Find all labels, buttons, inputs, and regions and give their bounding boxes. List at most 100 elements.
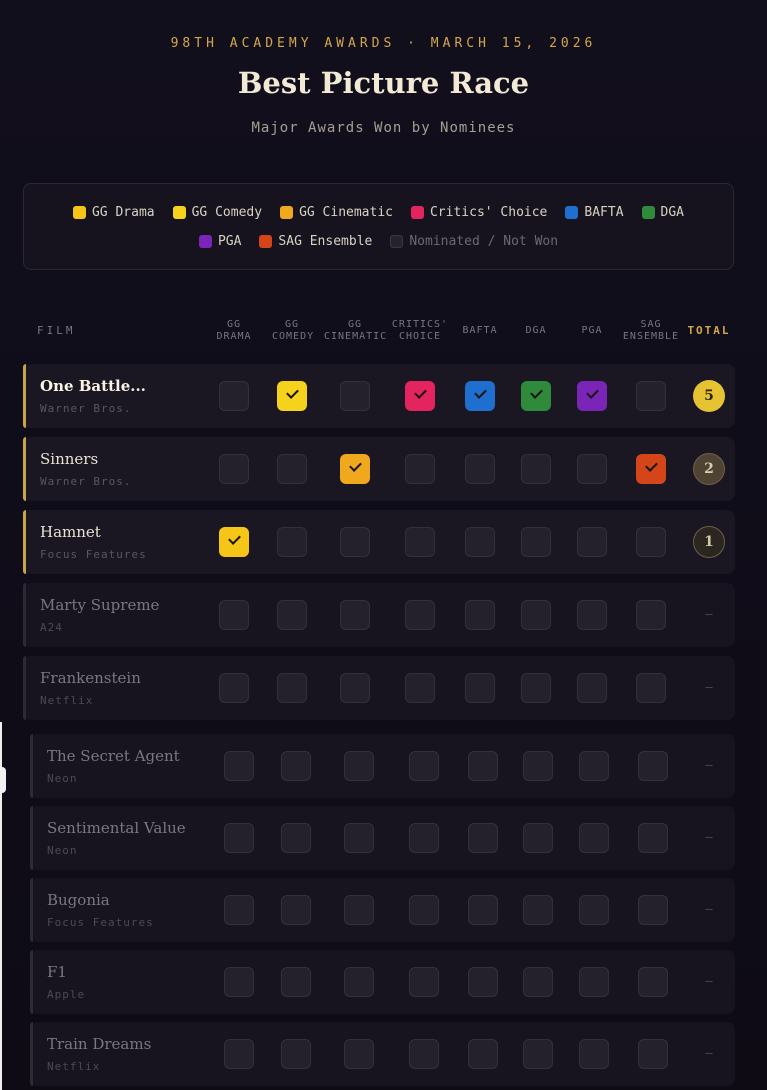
award-not-won-cell	[636, 673, 666, 703]
award-not-won-cell	[636, 600, 666, 630]
award-not-won-cell	[636, 381, 666, 411]
column-header: CRITICS' CHOICE	[391, 319, 449, 342]
table-row[interactable]: Marty Supreme A24 –	[23, 583, 735, 647]
award-not-won-cell	[577, 673, 607, 703]
total-empty: –	[705, 974, 713, 988]
legend-label: PGA	[217, 234, 242, 249]
row-accent	[23, 364, 26, 428]
award-not-won-cell	[523, 1039, 553, 1069]
award-not-won-cell	[277, 527, 307, 557]
award-not-won-cell	[468, 751, 498, 781]
row-accent	[30, 950, 33, 1014]
award-not-won-cell	[344, 823, 374, 853]
award-not-won-cell	[579, 895, 609, 925]
award-not-won-cell	[409, 1039, 439, 1069]
legend-swatch	[172, 206, 186, 219]
film-name: One Battle...	[40, 377, 146, 395]
table-row[interactable]: Train Dreams Netflix –	[30, 1022, 735, 1086]
column-header: GG DRAMA	[216, 319, 252, 342]
award-not-won-cell	[468, 1039, 498, 1069]
film-name: F1	[47, 963, 67, 981]
legend-swatch	[390, 235, 404, 248]
total-empty: –	[705, 830, 713, 844]
award-not-won-cell	[521, 527, 551, 557]
award-not-won-cell	[409, 823, 439, 853]
award-not-won-cell	[281, 895, 311, 925]
award-not-won-cell	[521, 673, 551, 703]
film-name: Sinners	[40, 450, 99, 468]
award-not-won-cell	[405, 600, 435, 630]
table-row[interactable]: Bugonia Focus Features –	[30, 878, 735, 942]
film-name: Bugonia	[47, 891, 110, 909]
legend-item: PGA	[198, 234, 242, 249]
award-not-won-cell	[523, 967, 553, 997]
film-name: Frankenstein	[40, 669, 141, 687]
event-kicker: 98TH ACADEMY AWARDS · MARCH 15, 2026	[170, 36, 597, 51]
total-empty: –	[705, 680, 713, 694]
table-row[interactable]: One Battle... Warner Bros. 5	[23, 364, 735, 428]
legend-label: BAFTA	[584, 205, 624, 220]
table-row[interactable]: F1 Apple –	[30, 950, 735, 1014]
table-row[interactable]: Sinners Warner Bros. 2	[23, 437, 735, 501]
table-row[interactable]: Frankenstein Netflix –	[23, 656, 735, 720]
award-not-won-cell	[224, 895, 254, 925]
award-not-won-cell	[405, 673, 435, 703]
page-title: Best Picture Race	[237, 66, 530, 100]
film-studio: Neon	[47, 772, 78, 785]
award-not-won-cell	[638, 1039, 668, 1069]
row-accent	[30, 878, 33, 942]
award-not-won-cell	[281, 751, 311, 781]
award-not-won-cell	[340, 600, 370, 630]
award-not-won-cell	[409, 895, 439, 925]
award-won-cell	[340, 454, 370, 484]
award-not-won-cell	[521, 600, 551, 630]
award-not-won-cell	[579, 823, 609, 853]
award-not-won-cell	[405, 454, 435, 484]
award-not-won-cell	[344, 751, 374, 781]
row-accent	[23, 437, 26, 501]
award-not-won-cell	[219, 600, 249, 630]
table-row[interactable]: Sentimental Value Neon –	[30, 806, 735, 870]
award-not-won-cell	[219, 381, 249, 411]
award-not-won-cell	[224, 751, 254, 781]
award-not-won-cell	[224, 823, 254, 853]
legend-item: SAG Ensemble	[259, 234, 372, 249]
award-not-won-cell	[523, 823, 553, 853]
award-won-cell	[465, 381, 495, 411]
total-empty: –	[705, 1046, 713, 1060]
award-not-won-cell	[579, 751, 609, 781]
legend-item: GG Comedy	[172, 205, 262, 220]
table-row[interactable]: Hamnet Focus Features 1	[23, 510, 735, 574]
award-not-won-cell	[579, 1039, 609, 1069]
award-not-won-cell	[224, 1039, 254, 1069]
award-not-won-cell	[340, 381, 370, 411]
legend-item: Nominated / Not Won	[390, 234, 558, 249]
legend-item: Critics' Choice	[410, 205, 548, 220]
page-subtitle: Major Awards Won by Nominees	[251, 120, 516, 136]
award-not-won-cell	[577, 600, 607, 630]
column-header: GG COMEDY	[272, 319, 315, 342]
legend-item: GG Cinematic	[280, 205, 393, 220]
award-not-won-cell	[468, 895, 498, 925]
award-not-won-cell	[219, 673, 249, 703]
legend-label: GG Cinematic	[299, 205, 393, 220]
award-not-won-cell	[523, 751, 553, 781]
award-not-won-cell	[577, 527, 607, 557]
table-row[interactable]: The Secret Agent Neon –	[30, 734, 735, 798]
row-accent	[23, 510, 26, 574]
total-empty: –	[705, 607, 713, 621]
legend-swatch	[565, 206, 579, 219]
award-not-won-cell	[465, 454, 495, 484]
award-won-cell	[636, 454, 666, 484]
legend-label: GG Drama	[91, 205, 155, 220]
award-not-won-cell	[409, 751, 439, 781]
award-won-cell	[219, 527, 249, 557]
award-not-won-cell	[281, 1039, 311, 1069]
film-studio: Focus Features	[40, 548, 147, 561]
legend-label: Critics' Choice	[429, 205, 548, 220]
film-name: Marty Supreme	[40, 596, 160, 614]
column-header: BAFTA	[462, 325, 498, 336]
column-header: FILM	[37, 324, 76, 337]
scroll-handle[interactable]	[0, 767, 6, 793]
award-not-won-cell	[409, 967, 439, 997]
